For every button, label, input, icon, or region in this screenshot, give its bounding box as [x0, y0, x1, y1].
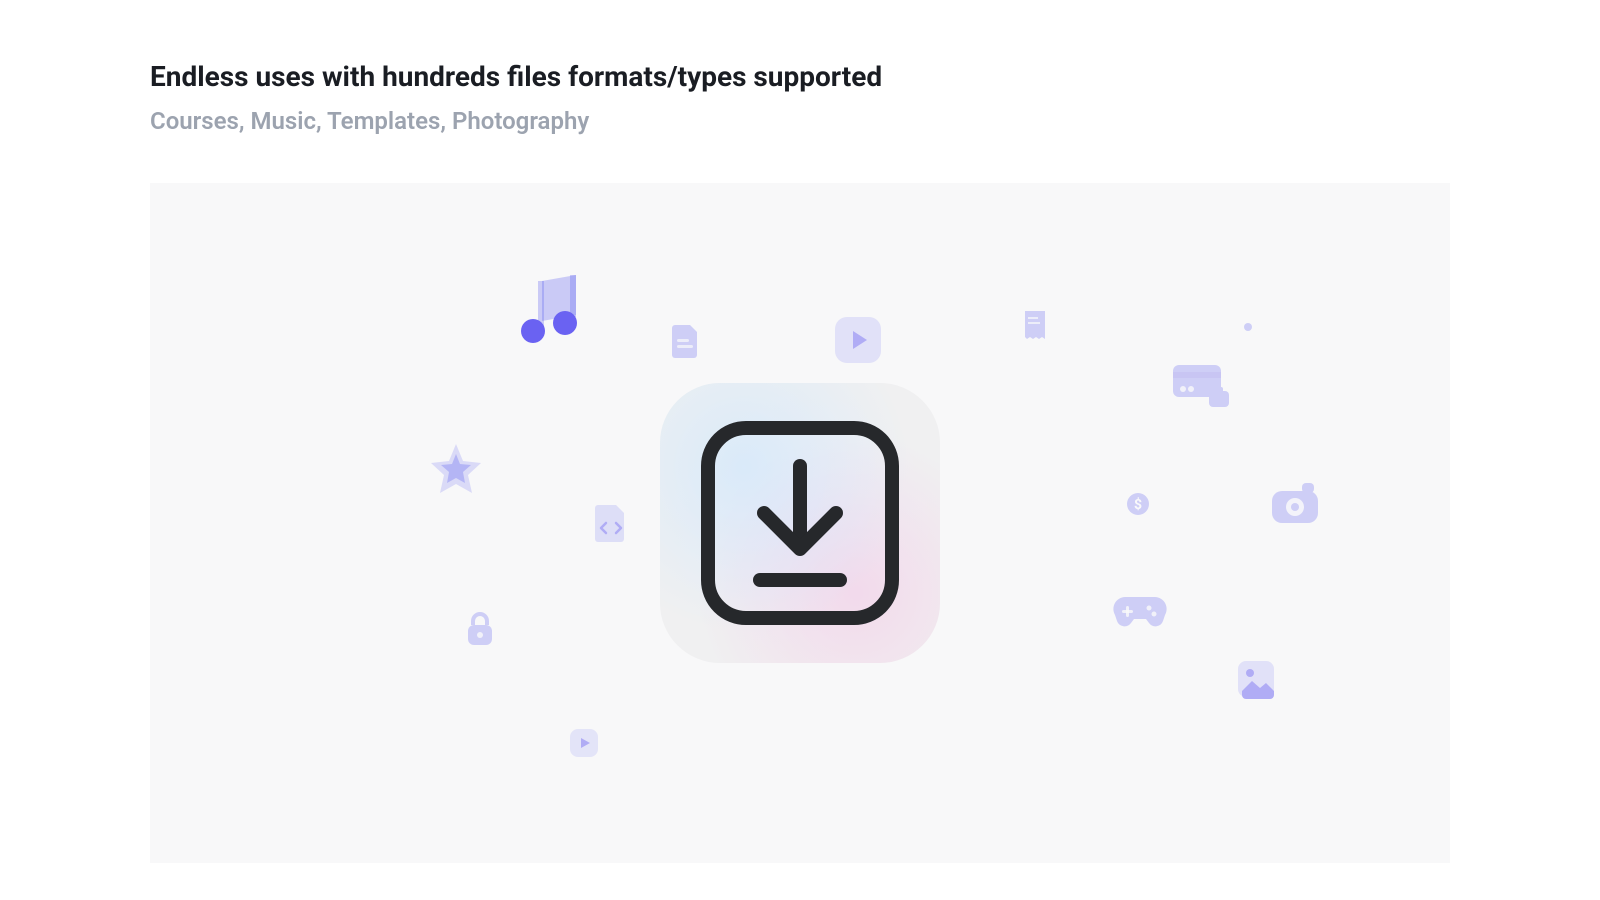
section-subtitle: Courses, Music, Templates, Photography: [150, 107, 1450, 135]
play-icon: [835, 317, 881, 363]
music-note-icon: [520, 275, 586, 345]
section-title: Endless uses with hundreds files formats…: [150, 60, 1450, 93]
center-download-tile: [660, 383, 940, 663]
dot-icon: [1242, 321, 1254, 333]
play-small-icon: [570, 729, 598, 757]
lock-icon: [465, 611, 495, 647]
download-icon: [700, 418, 900, 628]
dollar-icon: $: [1127, 493, 1149, 515]
illustration-canvas: $: [150, 183, 1450, 863]
image-icon: [1236, 659, 1276, 699]
camera-icon: [1270, 481, 1320, 525]
gamepad-icon: [1113, 593, 1167, 631]
code-file-icon: [594, 503, 628, 543]
receipt-icon: [1023, 311, 1047, 343]
svg-text:$: $: [1134, 496, 1142, 513]
marketing-section: Endless uses with hundreds files formats…: [0, 0, 1600, 863]
credit-card-icon: [1171, 363, 1231, 411]
star-icon: [427, 440, 485, 498]
document-icon: [671, 323, 701, 359]
